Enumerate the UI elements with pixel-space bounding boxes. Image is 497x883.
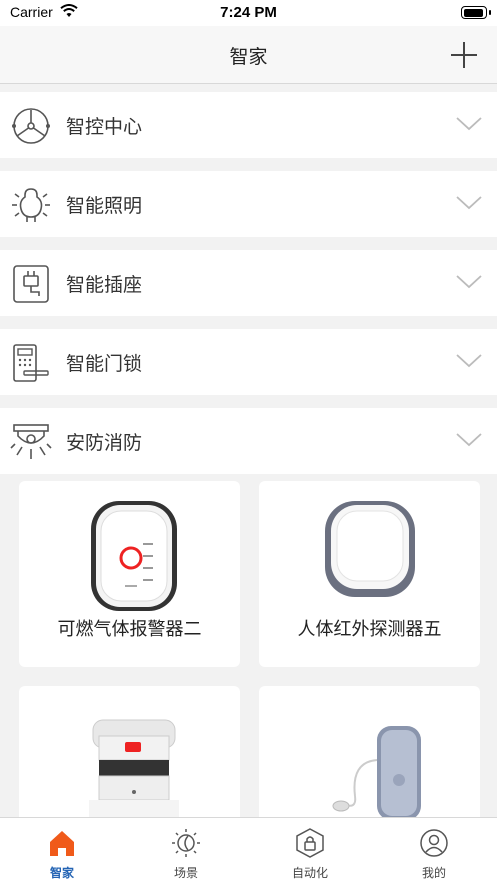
plus-icon[interactable] bbox=[449, 40, 479, 70]
device-card[interactable] bbox=[259, 686, 480, 817]
category-label: 智能照明 bbox=[66, 195, 143, 217]
door-lock-icon bbox=[13, 344, 49, 382]
water-leak-sensor-image bbox=[332, 726, 421, 817]
device-name: 人体红外探测器五 bbox=[297, 619, 442, 640]
chevron-down-icon[interactable] bbox=[455, 432, 483, 448]
tab-label: 场景 bbox=[173, 866, 198, 880]
tab-home[interactable]: 智家 bbox=[0, 818, 124, 883]
motion-sensor-image bbox=[325, 501, 415, 597]
light-bulb-icon bbox=[12, 188, 50, 222]
chevron-down-icon[interactable] bbox=[455, 274, 483, 290]
chevron-down-icon[interactable] bbox=[455, 195, 483, 211]
device-name: 可燃气体报警器二 bbox=[57, 619, 202, 640]
tab-profile[interactable]: 我的 bbox=[372, 818, 496, 883]
category-label: 智控中心 bbox=[66, 116, 143, 138]
device-card[interactable] bbox=[19, 686, 240, 817]
category-label: 智能插座 bbox=[66, 274, 143, 296]
category-security[interactable]: 安防消防 bbox=[0, 408, 497, 474]
category-socket[interactable]: 智能插座 bbox=[0, 250, 497, 316]
category-label: 安防消防 bbox=[66, 432, 143, 454]
control-hub-icon bbox=[12, 108, 50, 144]
tab-label: 智家 bbox=[49, 866, 74, 880]
device-card[interactable]: 可燃气体报警器二 bbox=[19, 481, 240, 667]
category-control-hub[interactable]: 智控中心 bbox=[0, 92, 497, 158]
navigation-bar: 智家 bbox=[0, 26, 497, 84]
automation-lock-icon bbox=[296, 828, 324, 858]
smoke-detector-image bbox=[89, 719, 179, 817]
profile-icon bbox=[420, 829, 448, 857]
home-icon bbox=[50, 831, 74, 856]
tab-label: 我的 bbox=[421, 866, 446, 880]
security-camera-icon bbox=[10, 424, 52, 459]
chevron-down-icon[interactable] bbox=[455, 353, 483, 369]
battery-icon bbox=[461, 6, 491, 19]
category-lighting[interactable]: 智能照明 bbox=[0, 171, 497, 237]
clock: 7:24 PM bbox=[220, 4, 277, 21]
tab-label: 自动化 bbox=[291, 866, 328, 880]
gas-detector-image bbox=[91, 501, 177, 611]
category-door-lock[interactable]: 智能门锁 bbox=[0, 329, 497, 395]
plug-socket-icon bbox=[13, 265, 49, 303]
tab-automation[interactable]: 自动化 bbox=[248, 818, 372, 883]
device-card[interactable]: 人体红外探测器五 bbox=[259, 481, 480, 667]
tab-scene[interactable]: 场景 bbox=[124, 818, 248, 883]
scene-sun-icon bbox=[172, 829, 200, 857]
chevron-down-icon[interactable] bbox=[455, 116, 483, 132]
tab-bar: 智家 场景 自动化 我的 bbox=[0, 817, 497, 883]
page-title: 智家 bbox=[229, 46, 268, 68]
status-bar: Carrier 7:24 PM bbox=[0, 0, 497, 26]
device-list[interactable]: 智控中心 智能照明 智能插座 智能门锁 安防消防 可燃气体报警器二 人体红外探测… bbox=[0, 84, 497, 817]
category-label: 智能门锁 bbox=[66, 353, 143, 375]
